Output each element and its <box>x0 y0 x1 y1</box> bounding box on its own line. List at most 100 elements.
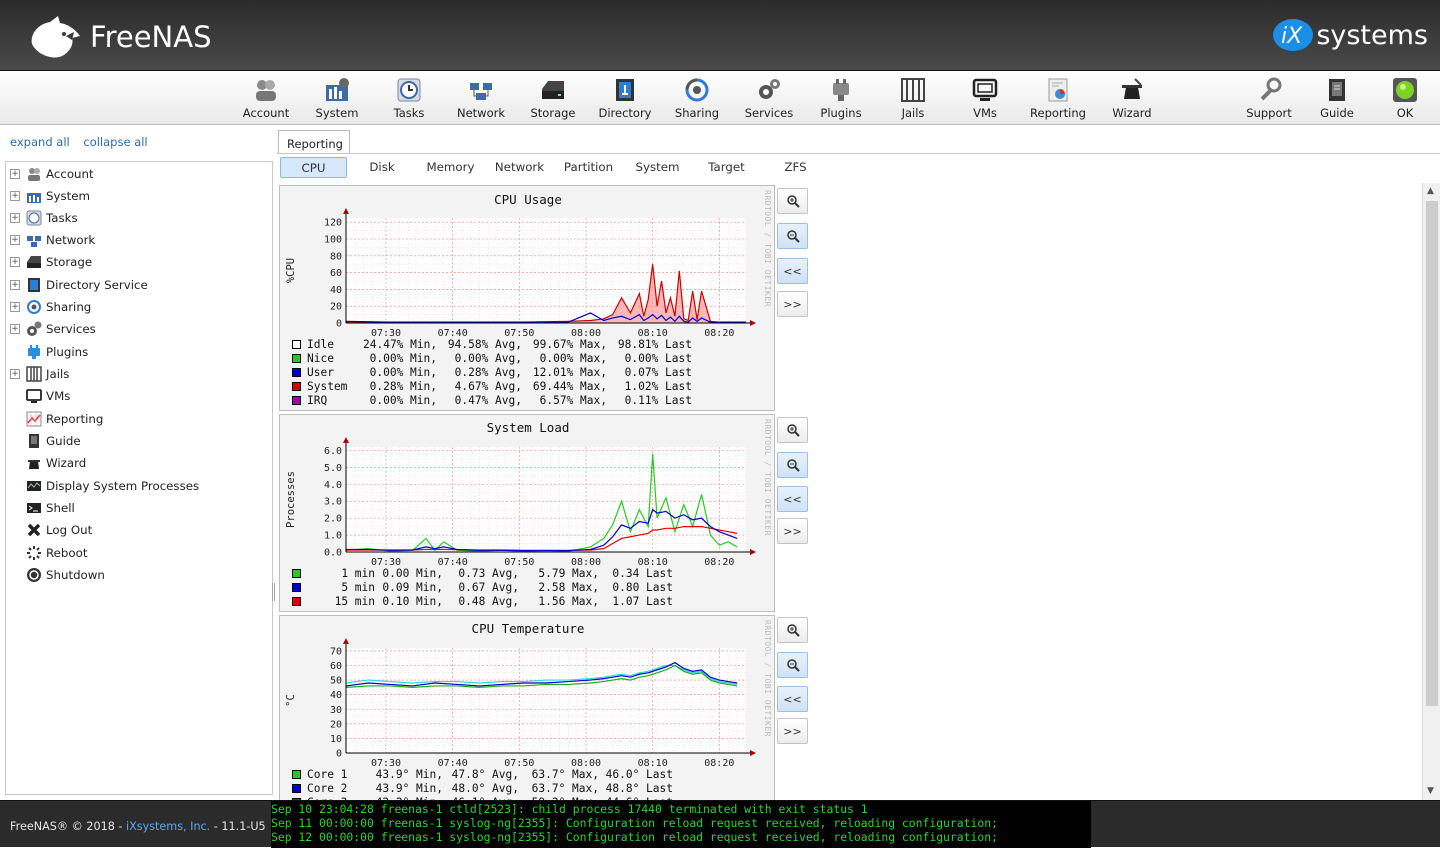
sidebar-splitter-handle[interactable] <box>272 583 275 601</box>
expand-icon[interactable]: + <box>10 191 20 201</box>
tree-item-label: Guide <box>46 434 81 448</box>
legend-series-name: User <box>307 365 334 379</box>
scroll-down-icon[interactable]: ▼ <box>1427 786 1434 796</box>
tree-item-guide[interactable]: Guide <box>6 431 81 451</box>
tree-item-shutdown[interactable]: Shutdown <box>6 565 105 585</box>
expand-icon[interactable]: + <box>10 280 20 290</box>
subtab-system[interactable]: System <box>624 157 691 178</box>
zoom-out-button[interactable] <box>777 652 808 678</box>
tree-item-wizard[interactable]: Wizard <box>6 453 86 473</box>
scrollbar-thumb[interactable] <box>1426 201 1438 706</box>
tree-item-jails[interactable]: + Jails <box>6 364 69 384</box>
toolbar-sharing-button[interactable]: Sharing <box>662 77 732 123</box>
forward-button[interactable]: >> <box>777 718 808 744</box>
tab-reporting[interactable]: Reporting <box>278 130 350 154</box>
expand-icon[interactable]: + <box>10 324 20 334</box>
toolbar-wizard-button[interactable]: Wizard <box>1097 77 1167 123</box>
tree-item-display-system-processes[interactable]: Display System Processes <box>6 476 199 496</box>
toolbar-services-button[interactable]: Services <box>734 77 804 123</box>
toolbar-storage-button[interactable]: Storage <box>518 77 588 123</box>
storage-icon <box>27 256 41 268</box>
toolbar-jails-button[interactable]: Jails <box>878 77 948 123</box>
collapse-all-link[interactable]: collapse all <box>83 135 147 149</box>
scroll-up-icon[interactable]: ▲ <box>1427 186 1434 196</box>
toolbar-guide-button[interactable]: Guide <box>1302 77 1372 123</box>
toolbar-reporting-button[interactable]: Reporting <box>1023 77 1093 123</box>
zoom-out-button[interactable] <box>777 223 808 249</box>
toolbar-tasks-button[interactable]: Tasks <box>374 77 444 123</box>
toolbar-support-button[interactable]: Support <box>1234 77 1304 123</box>
legend-stat: 0.00% Max, <box>539 351 607 365</box>
ixsystems-logo[interactable]: iX systems <box>1272 18 1428 52</box>
subtab-disk[interactable]: Disk <box>349 157 415 178</box>
subtab-network[interactable]: Network <box>486 157 553 178</box>
tree-item-storage[interactable]: + Storage <box>6 252 92 272</box>
tree-item-reboot[interactable]: Reboot <box>6 543 87 563</box>
legend-swatch <box>292 353 301 363</box>
expand-icon[interactable]: + <box>10 235 20 245</box>
back-button[interactable]: << <box>777 686 808 712</box>
toolbar-status-ok-button[interactable]: OK <box>1370 77 1440 123</box>
network-icon <box>27 236 41 247</box>
graph-legend: Core 1 43.9° Min, 47.8° Avg, 63.7° Max, 46.0… <box>292 767 673 800</box>
toolbar-directory-button[interactable]: Directory <box>590 77 660 123</box>
tree-item-account[interactable]: + Account <box>6 164 94 184</box>
zoom-in-button[interactable] <box>777 617 808 643</box>
cpu-usage-graph: CPU Usage RRDTOOL / TOBI OETIKER 07:30 07… <box>279 185 775 411</box>
toolbar-system-button[interactable]: System <box>302 77 372 123</box>
expand-icon[interactable]: + <box>10 213 20 223</box>
expand-icon[interactable]: + <box>10 169 20 179</box>
forward-button[interactable]: >> <box>777 291 808 317</box>
expand-icon[interactable]: + <box>10 302 20 312</box>
toolbar-account-button[interactable]: Account <box>231 77 301 123</box>
expand-all-link[interactable]: expand all <box>10 135 70 149</box>
tree-item-shell[interactable]: Shell <box>6 498 75 518</box>
system-icon <box>27 193 41 203</box>
back-button[interactable]: << <box>777 486 808 512</box>
tree-item-network[interactable]: + Network <box>6 230 95 250</box>
subtab-partition[interactable]: Partition <box>555 157 622 178</box>
tree-item-reporting[interactable]: Reporting <box>6 409 103 429</box>
y-tick-label: 0 <box>336 749 342 760</box>
shark-icon <box>31 16 81 58</box>
zoom-in-button[interactable] <box>777 188 808 214</box>
expand-icon[interactable]: + <box>10 369 20 379</box>
legend-stat: 1.07 Last <box>612 594 673 608</box>
jails-icon <box>26 366 42 382</box>
tree-item-services[interactable]: + Services <box>6 319 96 339</box>
toolbar-vms-button[interactable]: VMs <box>950 77 1020 123</box>
y-axis-arrow <box>343 208 349 214</box>
tree-item-vms[interactable]: VMs <box>6 386 70 406</box>
legend-swatch <box>292 596 301 606</box>
zoom-out-button[interactable] <box>777 452 808 478</box>
toolbar-label: Services <box>744 106 794 120</box>
tree-item-directory-service[interactable]: + Directory Service <box>6 275 148 295</box>
subtab-zfs[interactable]: ZFS <box>762 157 829 178</box>
subtab-cpu[interactable]: CPU <box>280 157 347 178</box>
subtab-target[interactable]: Target <box>693 157 760 178</box>
tree-item-label: Shutdown <box>46 568 105 582</box>
legend-stat: 69.44% Max, <box>532 379 607 393</box>
toolbar-network-button[interactable]: Network <box>446 77 516 123</box>
tree-item-system[interactable]: + System <box>6 186 90 206</box>
tree-item-plugins[interactable]: Plugins <box>6 342 88 362</box>
tree-item-label: Display System Processes <box>46 479 200 493</box>
forward-button[interactable]: >> <box>777 518 808 544</box>
legend-stat: 0.28% Avg, <box>454 365 522 379</box>
legend-series-name: System <box>307 379 348 393</box>
content-scrollbar[interactable]: ▲ ▼ <box>1422 183 1440 800</box>
version-text: - 11.1-U5 <box>210 820 266 833</box>
tree-item-sharing[interactable]: + Sharing <box>6 297 91 317</box>
toolbar-label: Wizard <box>1112 106 1152 120</box>
tree-item-tasks[interactable]: + Tasks <box>6 208 78 228</box>
back-button[interactable]: << <box>777 258 808 284</box>
subtab-memory[interactable]: Memory <box>417 157 484 178</box>
zoom-in-button[interactable] <box>777 417 808 443</box>
freenas-logo[interactable]: FreeNAS <box>28 14 211 60</box>
toolbar-plugins-button[interactable]: Plugins <box>806 77 876 123</box>
tree-item-log-out[interactable]: Log Out <box>6 520 92 540</box>
legend-stat: 0.28% Min, <box>369 379 437 393</box>
expand-icon[interactable]: + <box>10 257 20 267</box>
system-console-log[interactable]: Sep 10 23:04:28 freenas-1 ctld[2523]: ch… <box>271 801 1091 848</box>
ixsystems-link[interactable]: iXsystems, Inc. <box>126 820 210 833</box>
